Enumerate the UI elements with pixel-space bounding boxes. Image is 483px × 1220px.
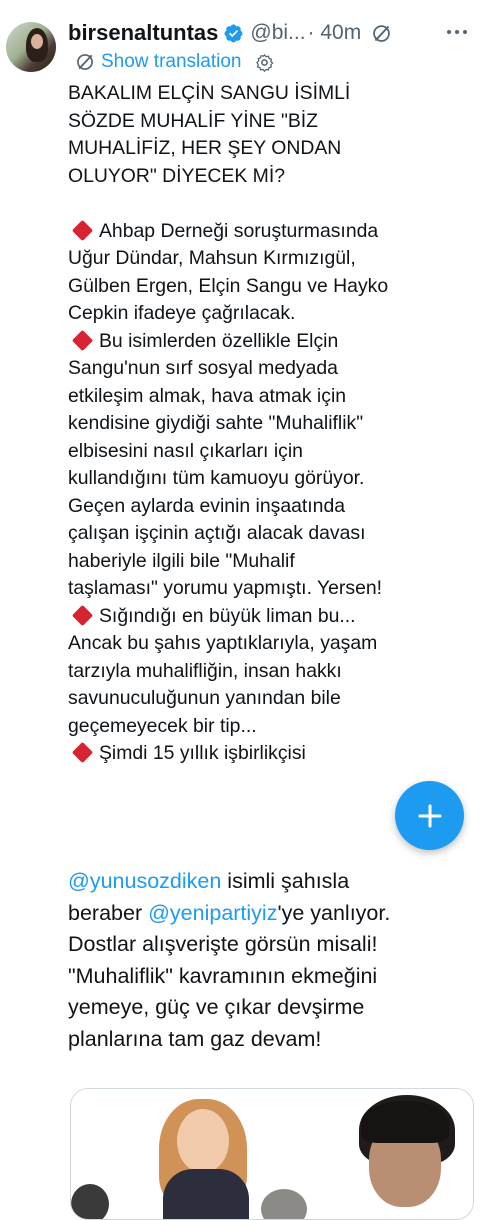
photo-person-face xyxy=(177,1109,229,1173)
photo-person-clothing xyxy=(163,1169,249,1219)
tweet-line: planlarına tam gaz devam! xyxy=(68,1026,322,1051)
tweet-line: kendisine giydiği sahte "Muhaliflik" xyxy=(68,412,364,434)
tweet-line: savunuculuğunun yanından bile xyxy=(68,687,341,709)
tweet-line: MUHALİFİZ, HER ŞEY ONDAN xyxy=(68,137,342,159)
avatar[interactable] xyxy=(6,22,56,72)
tweet-line: OLUYOR" DİYECEK Mİ? xyxy=(68,164,285,187)
tweet-line: Cepkin ifadeye çağrılacak. xyxy=(68,302,296,324)
avatar-face xyxy=(31,34,43,49)
tweet-line: SÖZDE MUHALİF YİNE "BİZ xyxy=(68,109,319,132)
tweet-line: haberiyle ilgili bile "Muhalif xyxy=(68,549,295,572)
tweet-line: Gülben Ergen, Elçin Sangu ve Hayko xyxy=(68,274,389,297)
tweet-line: tarzıyla muhalifliğin, insan hakkı xyxy=(68,659,342,682)
tweet-line: 'ye yanlıyor. xyxy=(277,900,391,925)
tweet-line: Şimdi 15 yıllık işbirlikçisi xyxy=(99,742,306,764)
verified-badge-icon xyxy=(224,24,243,42)
tweet-closing-text: @yunusozdiken isimli şahısla beraber @ye… xyxy=(68,866,480,1055)
grok-icon[interactable] xyxy=(371,23,392,44)
red-diamond-icon xyxy=(71,741,94,764)
tweet-line: beraber xyxy=(68,900,149,925)
tweet-line: Ahbap Derneği soruşturmasında xyxy=(99,219,379,242)
tweet-line: Ancak bu şahıs yaptıklarıyla, yaşam xyxy=(68,632,378,654)
tweet-media-image[interactable] xyxy=(70,1088,474,1220)
tweet-header: birsenaltuntas @bi... · 40m xyxy=(68,18,483,48)
tweet-line: Sangu'nun sırf sosyal medyada xyxy=(68,357,338,379)
author-handle[interactable]: @bi... xyxy=(250,21,305,45)
tweet-line: isimli şahısla xyxy=(221,869,350,893)
tweet-line: geçemeyecek bir tip... xyxy=(68,714,257,737)
grok-translate-icon xyxy=(77,54,93,70)
mention-link[interactable]: @yunusozdiken xyxy=(68,869,221,893)
show-translation-label[interactable]: Show translation xyxy=(101,51,241,73)
tweet-line: BAKALIM ELÇİN SANGU İSİMLİ xyxy=(68,82,351,104)
tweet-line: "Muhaliflik" kavramının ekmeğini xyxy=(68,963,378,988)
red-diamond-icon xyxy=(71,329,94,351)
tweet-line: yemeye, güç ve çıkar devşirme xyxy=(68,995,365,1019)
tweet-line: Geçen aylarda evinin inşaatında xyxy=(68,494,346,517)
red-diamond-icon xyxy=(71,604,94,626)
tweet-line: etkileşim almak, hava atmak için xyxy=(68,384,347,407)
photo-person-head xyxy=(71,1184,109,1219)
photo-person-hair xyxy=(361,1101,449,1143)
tweet-line: Uğur Dündar, Mahsun Kırmızıgül, xyxy=(68,247,356,269)
compose-button[interactable] xyxy=(395,781,464,850)
plus-icon xyxy=(418,804,441,827)
tweet-line: elbisesini nasıl çıkarları için xyxy=(68,439,303,462)
photo-person-head xyxy=(261,1189,307,1219)
tweet-line: Sığındığı en büyük liman bu... xyxy=(99,604,356,627)
show-translation-link[interactable]: Show translation xyxy=(75,49,274,75)
timestamp[interactable]: · 40m xyxy=(308,21,362,45)
red-diamond-icon xyxy=(71,219,94,241)
tweet-line: kullandığını tüm kamuoyu görüyor. xyxy=(68,467,365,489)
tweet-line: Dostlar alışverişte görsün misali! xyxy=(68,932,378,956)
author-name[interactable]: birsenaltuntas xyxy=(68,20,218,46)
tweet-line: Bu isimlerden özellikle Elçin xyxy=(99,329,339,352)
tweet-text: BAKALIM ELÇİN SANGU İSİMLİ SÖZDE MUHALİF… xyxy=(68,80,480,768)
tweet-line: çalışan işçinin açtığı alacak davası xyxy=(68,522,366,544)
settings-icon[interactable] xyxy=(255,53,274,72)
tweet-line: taşlaması" yorumu yapmıştı. Yersen! xyxy=(68,577,383,599)
mention-link[interactable]: @yenipartiyiz xyxy=(148,901,277,925)
more-icon[interactable] xyxy=(445,24,469,40)
